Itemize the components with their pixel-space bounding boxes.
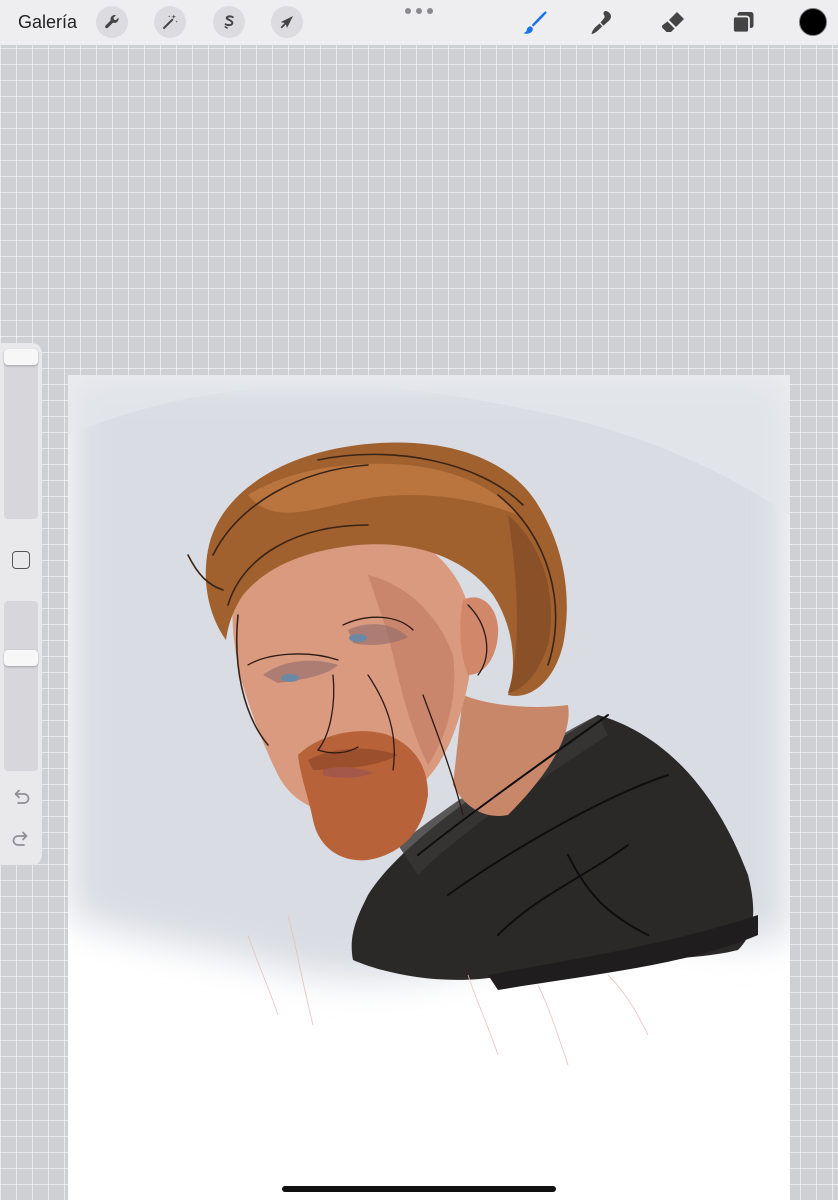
redo-arrow-icon [12, 831, 28, 846]
dot [427, 8, 433, 14]
redo-button[interactable] [10, 828, 32, 850]
brush-icon [523, 11, 547, 34]
opacity-thumb[interactable] [4, 650, 38, 666]
arrow-cursor-icon [280, 16, 293, 29]
gallery-button[interactable]: Galería [18, 11, 77, 33]
undo-button[interactable] [10, 786, 32, 808]
wrench-icon [105, 15, 119, 29]
selection-button[interactable] [213, 6, 245, 38]
top-toolbar: Galería [0, 0, 838, 45]
layers-button[interactable] [727, 7, 759, 39]
smudge-tool-button[interactable] [586, 7, 618, 39]
smudge-icon [591, 11, 611, 34]
eraser-icon [661, 12, 684, 32]
sidebar [0, 343, 42, 865]
erase-tool-button[interactable] [657, 7, 689, 39]
opacity-slider[interactable] [4, 601, 38, 771]
modify-button[interactable] [12, 551, 30, 569]
magic-wand-icon [163, 14, 178, 29]
drawing-canvas[interactable] [68, 375, 790, 1200]
brush-size-slider[interactable] [4, 349, 38, 519]
paint-tool-button[interactable] [518, 7, 550, 39]
actions-button[interactable] [96, 6, 128, 38]
home-indicator [282, 1186, 556, 1192]
transform-button[interactable] [271, 6, 303, 38]
portrait-artwork [68, 375, 790, 1066]
more-options-handle[interactable] [405, 6, 433, 16]
adjustments-button[interactable] [154, 6, 186, 38]
selection-s-icon [224, 15, 234, 29]
dot [416, 8, 422, 14]
dot [405, 8, 411, 14]
undo-arrow-icon [14, 789, 30, 804]
brush-size-thumb[interactable] [4, 349, 38, 365]
layers-icon [732, 12, 754, 34]
color-picker-button[interactable] [799, 8, 827, 36]
